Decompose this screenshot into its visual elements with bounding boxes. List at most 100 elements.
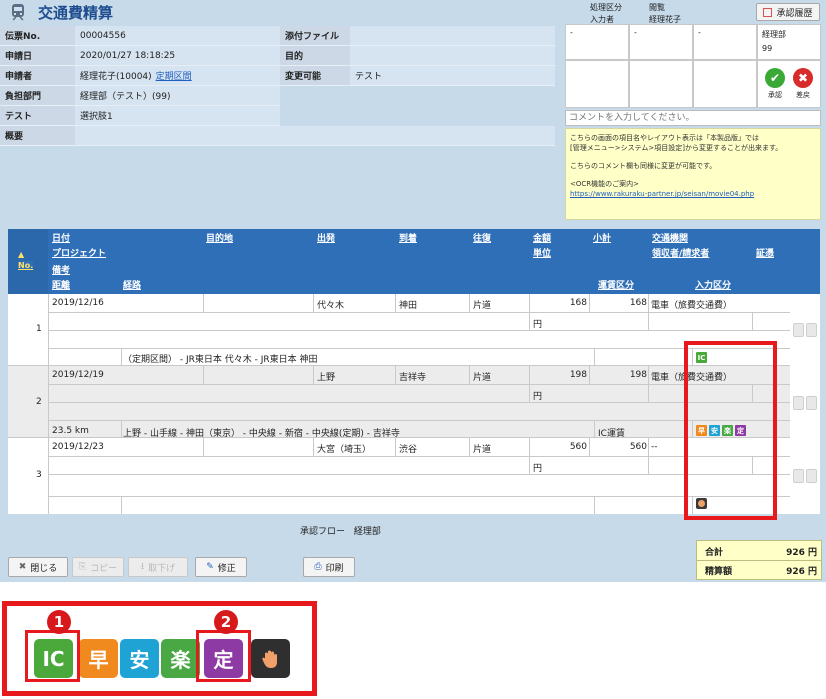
workflow-cell-dept: 経理部 99 <box>757 24 821 60</box>
grid-line <box>48 474 790 475</box>
row-amount: 168 <box>569 298 587 308</box>
cross-icon: ✖ <box>793 68 813 88</box>
grid-line <box>594 420 595 438</box>
header-fare-type[interactable]: 運賃区分 <box>598 278 635 291</box>
info-value-applicant: 経理花子(10004) 定期区間 <box>75 66 280 86</box>
grid-line <box>469 294 470 312</box>
row-amount: 560 <box>569 442 587 452</box>
info-label-applicant: 申請者 <box>0 66 75 86</box>
comment-input[interactable] <box>565 110 821 126</box>
row-number: 3 <box>36 470 42 480</box>
grid-line <box>395 294 396 312</box>
page-title: 交通費精算 <box>38 4 114 22</box>
fast-icon: 早 <box>79 639 118 678</box>
copy-button[interactable]: ⎘ コピー <box>72 557 124 577</box>
sort-up-icon: ▲ <box>18 250 25 259</box>
copy-icon: ⎘ <box>78 562 87 572</box>
commuter-route-link[interactable]: 定期区間 <box>156 69 192 82</box>
row-edit-button[interactable] <box>793 396 804 410</box>
grid-line <box>529 294 530 312</box>
workflow-cell-2: - <box>629 24 693 60</box>
row-trip: 片道 <box>473 373 492 383</box>
grid-line <box>121 420 122 438</box>
totals-panel: 合計 926 円 精算額 926 円 <box>696 540 822 580</box>
row-date: 2019/12/19 <box>52 370 104 380</box>
header-dest[interactable]: 目的地 <box>206 231 234 244</box>
grid-line <box>48 438 49 514</box>
header-amount[interactable]: 金額 <box>533 231 552 244</box>
row-subtotal: 198 <box>629 370 647 380</box>
row-number: 1 <box>36 324 42 334</box>
header-project[interactable]: プロジェクト <box>52 246 107 259</box>
print-button[interactable]: ⎙ 印刷 <box>303 557 355 577</box>
header-voucher[interactable]: 証憑 <box>756 246 775 259</box>
approve-button[interactable]: ✔ 承認 <box>764 68 786 104</box>
row-delete-button[interactable] <box>806 323 817 337</box>
grid-line <box>48 312 790 313</box>
printer-icon: ⎙ <box>314 562 322 572</box>
header-no[interactable]: No. <box>18 261 34 270</box>
info-value-test: 選択肢1 <box>75 106 280 126</box>
grid-line <box>648 294 649 312</box>
header-from[interactable]: 出発 <box>317 231 336 244</box>
proc-value: 閲覧 <box>649 3 665 12</box>
workflow-cell-1: - <box>565 24 629 60</box>
info-label-date: 申請日 <box>0 46 75 66</box>
info-value-date: 2020/01/27 18:18:25 <box>75 46 280 66</box>
header-subtotal[interactable]: 小計 <box>593 231 612 244</box>
legend-highlight-commuter <box>196 630 251 682</box>
marker-1: 1 <box>47 610 71 634</box>
edit-button[interactable]: ✎ 修正 <box>195 557 247 577</box>
header-trip[interactable]: 往復 <box>473 231 492 244</box>
row-number: 2 <box>36 397 42 407</box>
grid-line <box>395 366 396 384</box>
ocr-guide-link[interactable]: https://www.rakuraku-partner.jp/seisan/m… <box>570 189 816 199</box>
info-value-changeable: テスト <box>350 66 555 86</box>
header-unit[interactable]: 単位 <box>533 246 552 259</box>
row-delete-button[interactable] <box>806 396 817 410</box>
hand-icon <box>251 639 290 678</box>
header-input-type[interactable]: 入力区分 <box>695 278 732 291</box>
reject-button[interactable]: ✖ 差戻 <box>792 68 814 104</box>
grid-line <box>203 366 204 384</box>
header-payee[interactable]: 領収者/請求者 <box>652 246 710 259</box>
header-route[interactable]: 経路 <box>123 278 142 291</box>
withdraw-button[interactable]: ⭳ 取下げ <box>128 557 188 577</box>
info-value-purpose <box>350 46 555 66</box>
header-distance[interactable]: 距離 <box>52 278 71 291</box>
grid-line <box>48 420 790 421</box>
grid-line <box>313 294 314 312</box>
stamp-cell-2 <box>629 60 693 108</box>
info-label-attachment: 添付ファイル <box>280 26 350 46</box>
approval-history-button[interactable]: 承認履歴 <box>756 3 820 21</box>
workflow-cell-3: - <box>693 24 757 60</box>
row-edit-button[interactable] <box>793 469 804 483</box>
grid-line <box>121 496 122 514</box>
settle-label: 精算額 <box>705 567 733 577</box>
row-to: 吉祥寺 <box>399 373 427 383</box>
info-label-changeable: 変更可能 <box>280 66 350 86</box>
row-to: 神田 <box>399 301 418 311</box>
grid-line <box>529 366 530 384</box>
grid-line <box>48 348 790 349</box>
grid-line <box>395 438 396 456</box>
header-note[interactable]: 備考 <box>52 263 71 276</box>
close-button[interactable]: ✖ 閉じる <box>8 557 68 577</box>
row-route: （定期区間） - JR東日本 代々木 - JR東日本 神田 <box>123 355 318 365</box>
grid-line <box>752 312 753 330</box>
row-amount: 198 <box>569 370 587 380</box>
row-from: 大宮（埼玉） <box>317 445 372 455</box>
cheap-icon: 安 <box>120 639 159 678</box>
grid-line <box>48 402 790 403</box>
info-label-dept: 負担部門 <box>0 86 75 106</box>
marker-2: 2 <box>214 610 238 634</box>
grid-line <box>313 366 314 384</box>
header-date[interactable]: 日付 <box>52 231 71 244</box>
stamp-cell-3 <box>693 60 757 108</box>
header-to[interactable]: 到着 <box>399 231 418 244</box>
grid-line <box>648 312 649 330</box>
row-edit-button[interactable] <box>793 323 804 337</box>
row-fare-type: IC運賃 <box>598 429 625 439</box>
row-delete-button[interactable] <box>806 469 817 483</box>
header-agency[interactable]: 交通機関 <box>652 231 689 244</box>
